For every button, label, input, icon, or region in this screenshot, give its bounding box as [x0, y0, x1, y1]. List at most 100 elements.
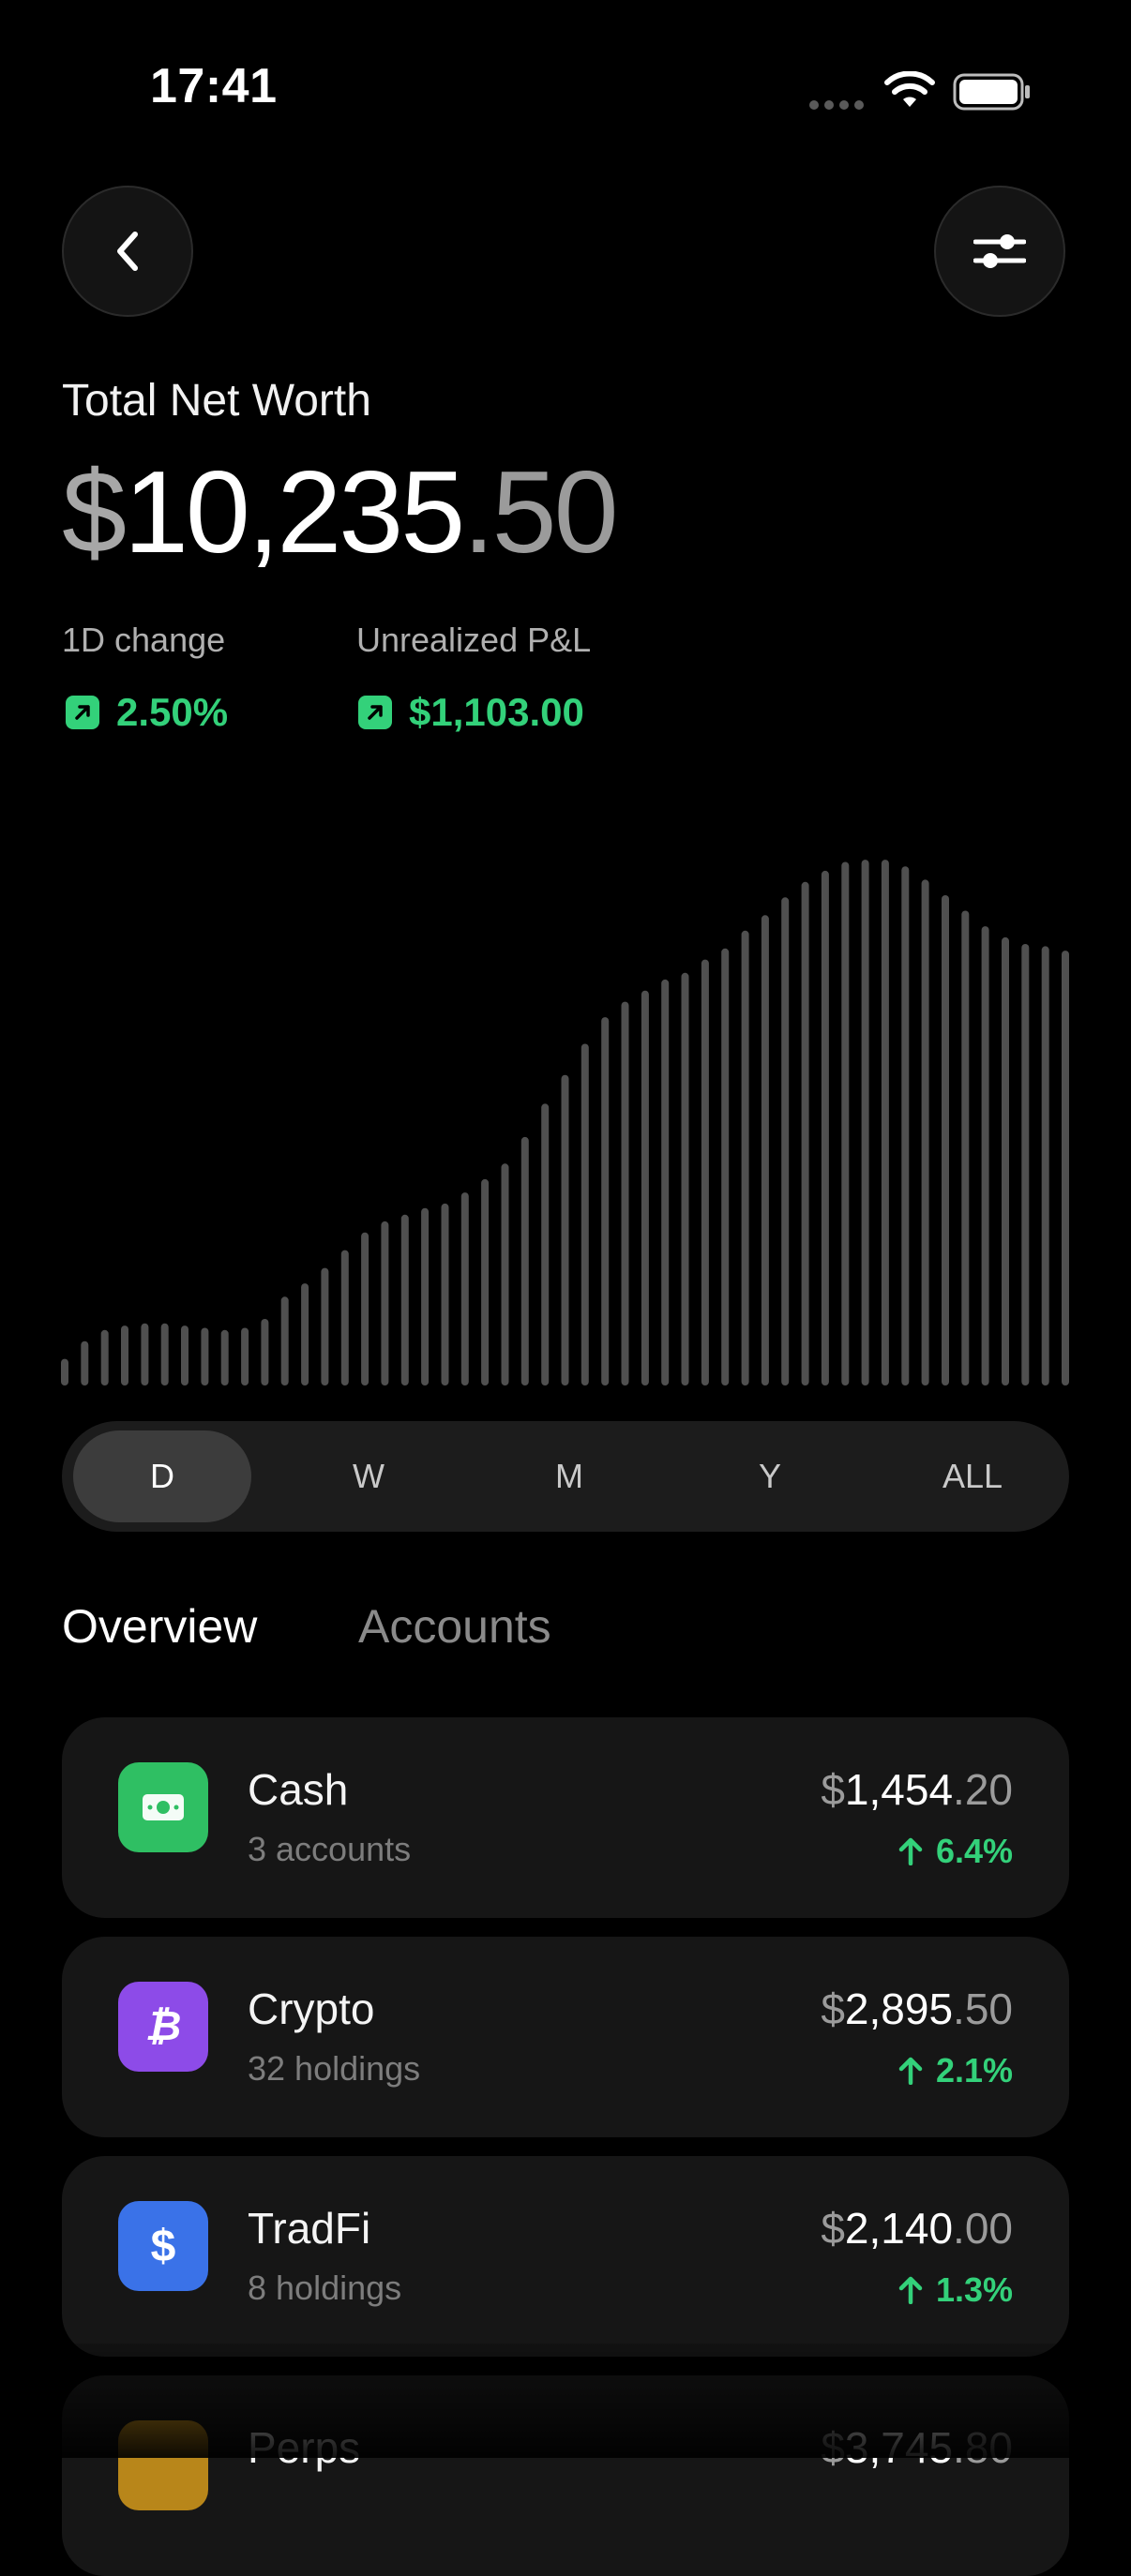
account-change-text: 6.4%: [935, 1832, 1013, 1870]
chart-bar: [441, 1203, 449, 1385]
timeframe-d[interactable]: D: [73, 1430, 251, 1522]
currency-symbol: $: [62, 448, 127, 577]
chart-bar: [721, 948, 730, 1385]
chart-bar: [841, 861, 850, 1385]
chart-bar: [361, 1232, 369, 1385]
chart-bar: [220, 1329, 229, 1385]
day-change-text: 2.50%: [116, 690, 229, 734]
chart-bar: [541, 1103, 550, 1385]
chart-bar: [761, 915, 769, 1385]
account-change: 2.1%: [898, 2051, 1013, 2090]
unrealized-value: $1,103.00: [358, 690, 584, 735]
chart-bar: [561, 1074, 569, 1385]
chart-bar: [481, 1178, 490, 1385]
chart-bar: [621, 1001, 629, 1385]
chart-bar: [641, 990, 649, 1385]
account-name: Cash: [248, 1765, 349, 1814]
chart-bar: [1002, 936, 1009, 1385]
timeframe-y[interactable]: Y: [681, 1430, 859, 1522]
arrow-up-right-icon: [66, 696, 99, 729]
timeframe-all[interactable]: ALL: [883, 1430, 1062, 1522]
cellular-dots-icon: [809, 100, 864, 110]
chart-bar: [821, 870, 829, 1385]
chart-bar: [781, 897, 790, 1385]
chart-bar: [321, 1267, 329, 1385]
account-amount: $2,895.50: [821, 1984, 1013, 2034]
arrow-up-right-icon: [358, 696, 392, 729]
account-subtitle: 8 holdings: [248, 2269, 402, 2307]
account-card-crypto[interactable]: ₿ Crypto 32 holdings $2,895.50 2.1%: [62, 1937, 1069, 2137]
chart-bar: [381, 1221, 389, 1385]
amount-whole: 2,895: [844, 1984, 954, 2033]
chart-bar: [280, 1296, 289, 1385]
account-name: TradFi: [248, 2204, 371, 2253]
chart-bar: [921, 879, 929, 1385]
account-change-text: 1.3%: [935, 2270, 1013, 2309]
chevron-left-icon: [117, 232, 138, 271]
timeframe-selector: D W M Y ALL: [62, 1421, 1069, 1532]
amount-currency: $: [821, 1984, 845, 2033]
net-worth-title: Total Net Worth: [62, 376, 371, 426]
account-change-text: 2.1%: [935, 2051, 1013, 2089]
chart-bar: [181, 1325, 188, 1385]
timeframe-m[interactable]: M: [480, 1430, 658, 1522]
amount-cents: .00: [953, 2204, 1013, 2253]
amount-whole: 1,454: [844, 1765, 954, 1814]
filter-button[interactable]: [934, 186, 1065, 317]
chart-bar: [81, 1340, 89, 1385]
account-amount: $2,140.00: [821, 2203, 1013, 2254]
chart-bar: [141, 1323, 149, 1385]
timeframe-w[interactable]: W: [279, 1430, 458, 1522]
chart-bar: [100, 1329, 109, 1385]
amount-currency: $: [821, 1765, 845, 1814]
chart-bar: [861, 860, 869, 1385]
chart-bar: [901, 866, 910, 1385]
chart-bar: [881, 860, 889, 1385]
chart-bar: [581, 1043, 589, 1385]
chart-bar: [1021, 944, 1030, 1385]
day-change-value: 2.50%: [66, 690, 228, 735]
chart-bar: [520, 1136, 529, 1385]
net-worth-value: $10,235.50: [62, 442, 619, 583]
account-change: 6.4%: [898, 1832, 1013, 1871]
amount-cents: .20: [953, 1765, 1013, 1814]
unrealized-label: Unrealized P&L: [356, 621, 592, 659]
back-button[interactable]: [62, 186, 193, 317]
bottom-fade: [0, 2344, 1131, 2458]
amount-whole: 2,140: [844, 2204, 954, 2253]
account-card-cash[interactable]: Cash 3 accounts $1,454.20 6.4%: [62, 1717, 1069, 1918]
chart-bar: [421, 1207, 430, 1385]
account-subtitle: 3 accounts: [248, 1830, 412, 1868]
banknote-icon: [118, 1762, 208, 1852]
chart-bar: [942, 895, 949, 1385]
chart-bar: [981, 926, 989, 1385]
tab-overview[interactable]: Overview: [62, 1599, 257, 1654]
arrow-up-icon: [898, 1837, 923, 1865]
account-name: Crypto: [248, 1984, 375, 2033]
unrealized-text: $1,103.00: [409, 690, 584, 734]
chart-bar: [1041, 946, 1049, 1385]
arrow-up-icon: [898, 2057, 923, 2085]
chart-bar: [501, 1163, 509, 1385]
battery-icon: [953, 73, 1030, 111]
amount-cents: .50: [953, 1984, 1013, 2033]
sliders-icon: [973, 234, 1026, 268]
chart-bar: [261, 1319, 269, 1385]
day-change-label: 1D change: [62, 621, 226, 659]
chart-bar: [201, 1327, 209, 1385]
chart-bar: [301, 1283, 309, 1385]
net-worth-cents: .50: [462, 448, 618, 577]
chart-bar: [460, 1192, 469, 1385]
account-card-tradfi[interactable]: $ TradFi 8 holdings $2,140.00 1.3%: [62, 2156, 1069, 2357]
account-amount: $1,454.20: [821, 1764, 1013, 1815]
chart-bar: [801, 881, 809, 1385]
chart-bar: [241, 1327, 249, 1385]
chart-bar: [340, 1250, 349, 1385]
wifi-icon: [884, 71, 935, 107]
net-worth-whole: 10,235: [123, 448, 465, 577]
chart-bar: [1062, 951, 1069, 1385]
chart-bar: [61, 1358, 68, 1385]
arrow-up-icon: [898, 2276, 923, 2304]
bitcoin-icon: ₿: [118, 1982, 208, 2072]
tab-accounts[interactable]: Accounts: [358, 1599, 551, 1654]
